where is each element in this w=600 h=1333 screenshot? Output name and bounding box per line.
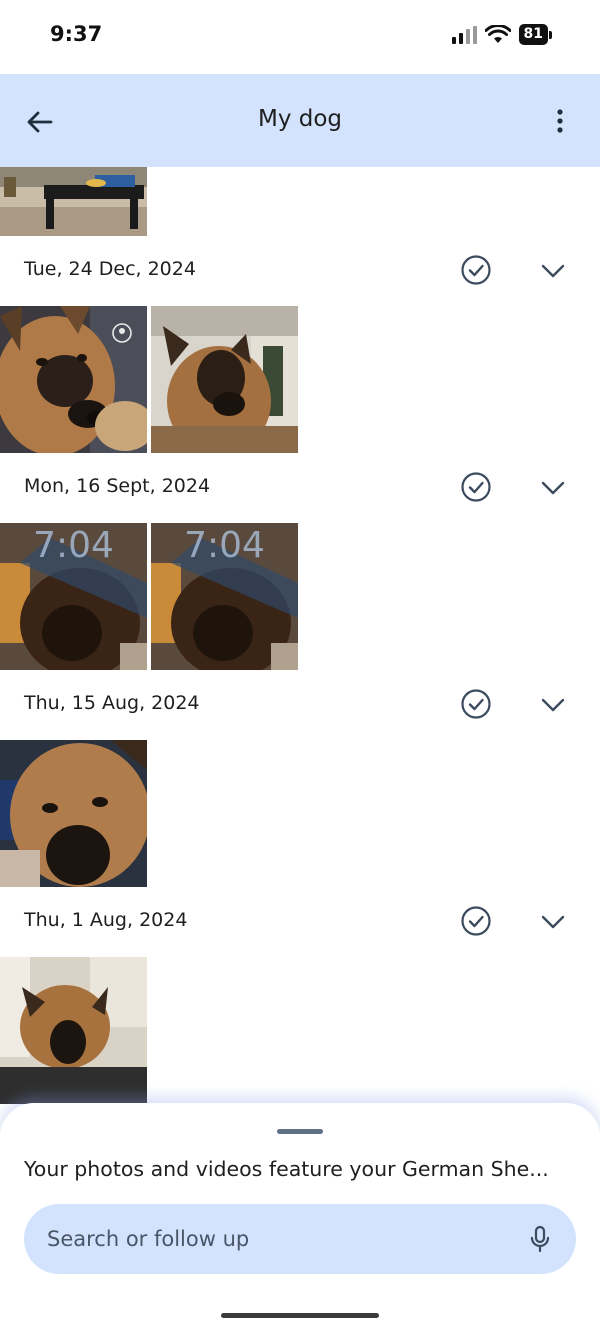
sheet-drag-handle[interactable] bbox=[277, 1129, 323, 1134]
check-circle-icon bbox=[461, 906, 491, 936]
chevron-down-icon bbox=[541, 915, 565, 929]
date-header: Thu, 1 Aug, 2024 bbox=[0, 887, 600, 957]
wifi-icon bbox=[484, 24, 511, 43]
voice-search-button[interactable] bbox=[524, 1223, 556, 1255]
date-header: Tue, 24 Dec, 2024 bbox=[0, 236, 600, 306]
select-all-button[interactable] bbox=[459, 470, 493, 504]
dog-on-couch-photo bbox=[0, 957, 147, 1104]
battery-indicator: 81 bbox=[518, 24, 552, 45]
expand-button[interactable] bbox=[538, 256, 568, 286]
living-room-photo bbox=[0, 167, 147, 236]
chevron-down-icon bbox=[541, 698, 565, 712]
check-circle-icon bbox=[461, 689, 491, 719]
date-header: Thu, 15 Aug, 2024 bbox=[0, 670, 600, 740]
expand-button[interactable] bbox=[538, 907, 568, 937]
chevron-down-icon bbox=[541, 264, 565, 278]
photo-overlay-time: 7:04 bbox=[33, 525, 114, 566]
photo-overlay-time: 7:04 bbox=[184, 525, 265, 566]
page-title: My dog bbox=[257, 106, 343, 132]
expand-button[interactable] bbox=[538, 690, 568, 720]
photo-thumbnail[interactable] bbox=[0, 957, 147, 1104]
status-time: 9:37 bbox=[50, 22, 103, 46]
status-icons: 81 bbox=[451, 24, 552, 45]
select-all-button[interactable] bbox=[459, 253, 493, 287]
search-bar[interactable] bbox=[24, 1204, 576, 1274]
more-options-button[interactable] bbox=[542, 104, 578, 140]
date-label: Thu, 1 Aug, 2024 bbox=[24, 909, 188, 931]
photo-thumbnail[interactable] bbox=[0, 167, 147, 236]
expand-button[interactable] bbox=[538, 473, 568, 503]
check-circle-icon bbox=[461, 255, 491, 285]
search-input[interactable] bbox=[47, 1224, 507, 1254]
date-header: Mon, 16 Sept, 2024 bbox=[0, 453, 600, 523]
chevron-down-icon bbox=[541, 481, 565, 495]
signal-icon bbox=[451, 25, 477, 44]
photo-thumbnail[interactable] bbox=[0, 740, 147, 887]
dog-lying-photo bbox=[0, 740, 147, 887]
assistant-summary: Your photos and videos feature your Germ… bbox=[24, 1157, 549, 1181]
photo-thumbnail[interactable] bbox=[151, 306, 298, 453]
dog-closeup-photo bbox=[0, 306, 147, 453]
photo-thumbnail[interactable] bbox=[0, 306, 147, 453]
photo-thumbnail[interactable]: 7:04 bbox=[151, 523, 298, 670]
microphone-icon bbox=[530, 1225, 550, 1253]
dog-sitting-photo bbox=[151, 306, 298, 453]
check-circle-icon bbox=[461, 472, 491, 502]
more-vert-icon bbox=[557, 109, 563, 133]
date-label: Thu, 15 Aug, 2024 bbox=[24, 692, 200, 714]
photo-thumbnail[interactable]: 7:04 bbox=[0, 523, 147, 670]
battery-level: 81 bbox=[518, 24, 548, 45]
select-all-button[interactable] bbox=[459, 687, 493, 721]
app-bar: My dog bbox=[0, 74, 600, 167]
status-bar: 9:37 81 bbox=[0, 0, 600, 74]
select-all-button[interactable] bbox=[459, 904, 493, 938]
home-indicator[interactable] bbox=[221, 1313, 379, 1318]
assistant-bottom-sheet: Your photos and videos feature your Germ… bbox=[0, 1103, 600, 1333]
date-label: Mon, 16 Sept, 2024 bbox=[24, 475, 211, 497]
date-label: Tue, 24 Dec, 2024 bbox=[24, 258, 196, 280]
